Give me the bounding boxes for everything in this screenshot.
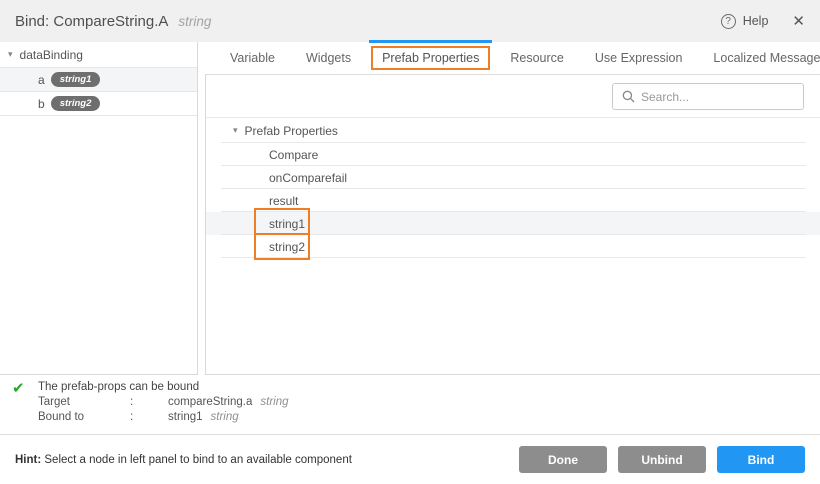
bind-button[interactable]: Bind [717, 446, 805, 473]
footer-buttons: Done Unbind Bind [519, 446, 805, 473]
tab-use-expression[interactable]: Use Expression [595, 51, 683, 65]
bind-dialog: Bind: CompareString.A string ? Help ✕ ▾ … [0, 0, 820, 484]
help-icon[interactable]: ? [721, 14, 736, 29]
tab-resource[interactable]: Resource [510, 51, 564, 65]
binding-badge: string1 [51, 72, 101, 87]
tab-localized-messages[interactable]: Localized Messages [713, 51, 820, 65]
tree-node-label: Prefab Properties [245, 124, 338, 138]
tab-prefab-properties[interactable]: Prefab Properties [371, 46, 490, 70]
status-detail-rows: Target : compareString.astring Bound to … [38, 395, 820, 425]
tree-node-label: a [38, 73, 45, 87]
status-value-type: string [252, 396, 288, 408]
dialog-header: Bind: CompareString.A string ? Help ✕ [0, 0, 820, 42]
tree-node-prefab-properties[interactable]: ▾ Prefab Properties [206, 118, 820, 143]
status-message: The prefab-props can be bound [38, 380, 820, 395]
tree-node-string1[interactable]: string1 [206, 212, 820, 235]
success-check-icon: ✔ [12, 379, 25, 397]
tree-node-result[interactable]: result [206, 189, 820, 212]
tree-node-string2[interactable]: string2 [206, 235, 820, 258]
dialog-title: Bind: CompareString.A [15, 13, 168, 30]
status-value: compareString.astring [168, 395, 820, 410]
status-text: The prefab-props can be bound Target : c… [38, 380, 820, 425]
prefab-properties-tree: ▾ Prefab Properties Compare onComparefai… [206, 118, 820, 258]
collapse-arrow-icon[interactable]: ▾ [8, 49, 13, 60]
bind-source-panel: Variable Widgets Prefab Properties Resou… [205, 42, 820, 375]
status-value: string1string [168, 410, 820, 425]
search-icon [622, 90, 635, 103]
search-input[interactable] [641, 90, 794, 104]
tree-node-label: string1 [269, 217, 305, 231]
tree-node-compare[interactable]: Compare [206, 143, 820, 166]
tab-bar: Variable Widgets Prefab Properties Resou… [205, 42, 820, 75]
binding-status: ✔ The prefab-props can be bound Target :… [0, 375, 820, 434]
status-label: Target [38, 395, 130, 410]
hint-text: Hint: Select a node in left panel to bin… [15, 454, 352, 466]
tree-node-label: dataBinding [20, 48, 83, 62]
status-colon: : [130, 395, 168, 410]
header-actions: ? Help ✕ [721, 14, 805, 29]
tab-widgets[interactable]: Widgets [306, 51, 351, 65]
tree-node-databinding[interactable]: ▾ dataBinding [0, 42, 197, 68]
tree-node-label: onComparefail [269, 171, 347, 185]
close-icon[interactable]: ✕ [792, 14, 805, 29]
status-colon: : [130, 410, 168, 425]
dialog-footer: Hint: Select a node in left panel to bin… [0, 434, 820, 484]
collapse-arrow-icon[interactable]: ▾ [233, 125, 238, 136]
tree-node-b[interactable]: b string2 [0, 92, 197, 116]
tree-node-a[interactable]: a string1 [0, 68, 197, 92]
binding-badge: string2 [51, 96, 101, 111]
dialog-title-type: string [178, 14, 211, 29]
tree-node-oncomparefail[interactable]: onComparefail [206, 166, 820, 189]
data-binding-panel: ▾ dataBinding a string1 b string2 [0, 42, 198, 375]
tree-node-label: b [38, 97, 45, 111]
done-button[interactable]: Done [519, 446, 607, 473]
status-label: Bound to [38, 410, 130, 425]
unbind-button[interactable]: Unbind [618, 446, 706, 473]
tree-node-label: Compare [269, 148, 318, 162]
status-value-type: string [203, 411, 239, 423]
tab-content: ▾ Prefab Properties Compare onComparefai… [205, 75, 820, 375]
tree-node-label: string2 [269, 240, 305, 254]
search-box [612, 83, 804, 110]
help-button[interactable]: Help [743, 14, 769, 28]
search-row [206, 75, 820, 118]
tree-node-label: result [269, 194, 298, 208]
tab-variable[interactable]: Variable [230, 51, 275, 65]
